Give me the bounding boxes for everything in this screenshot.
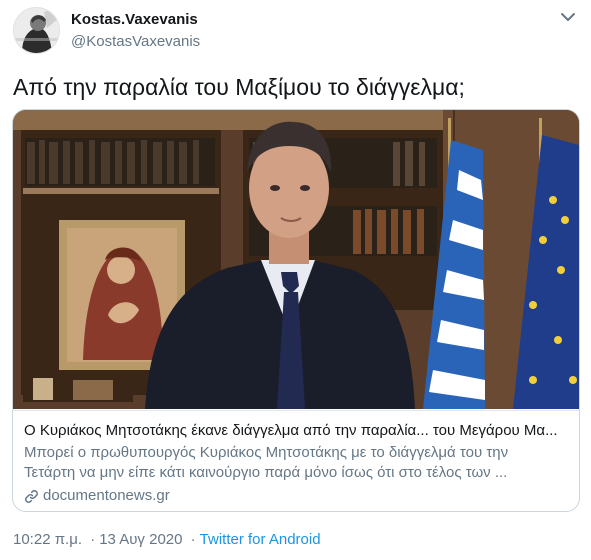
user-handle[interactable]: @KostasVaxevanis <box>71 32 200 52</box>
card-domain-text: documentonews.gr <box>43 487 170 504</box>
meta-separator: · <box>90 531 96 548</box>
card-image[interactable] <box>13 110 579 409</box>
author-block: Kostas.Vaxevanis @KostasVaxevanis <box>71 11 200 52</box>
card-description-line: Τετάρτη να μην είπε κάτι καινούργιο παρά… <box>24 464 508 481</box>
avatar[interactable] <box>13 7 60 54</box>
chevron-down-icon[interactable] <box>559 10 577 24</box>
card-body[interactable]: Ο Κυριάκος Μητσοτάκης έκανε διάγγελμα απ… <box>13 410 579 511</box>
card-domain[interactable]: documentonews.gr <box>24 486 170 506</box>
tweet-meta: 10:22 π.μ. · 13 Αυγ 2020 · Twitter for And… <box>13 530 321 550</box>
tweet-date[interactable]: 13 Αυγ 2020 <box>99 531 182 548</box>
link-icon <box>24 489 39 504</box>
card-description-line: Μπορεί ο πρωθυπουργός Κυριάκος Μητσοτάκη… <box>24 444 509 461</box>
display-name[interactable]: Kostas.Vaxevanis <box>71 11 200 29</box>
card-title[interactable]: Ο Κυριάκος Μητσοτάκης έκανε διάγγελμα απ… <box>24 421 572 441</box>
tweet: Kostas.Vaxevanis @KostasVaxevanis Από τη… <box>0 0 591 560</box>
tweet-source-link[interactable]: Twitter for Android <box>200 531 321 548</box>
tweet-text: Από την παραλία του Μαξίμου το διάγγελμα… <box>13 74 465 100</box>
link-card[interactable]: Ο Κυριάκος Μητσοτάκης έκανε διάγγελμα απ… <box>12 109 580 512</box>
card-description: Μπορεί ο πρωθυπουργός Κυριάκος Μητσοτάκη… <box>24 443 554 483</box>
meta-separator: · <box>190 531 196 548</box>
avatar-image <box>14 8 59 53</box>
tweet-time[interactable]: 10:22 π.μ. <box>13 531 82 548</box>
